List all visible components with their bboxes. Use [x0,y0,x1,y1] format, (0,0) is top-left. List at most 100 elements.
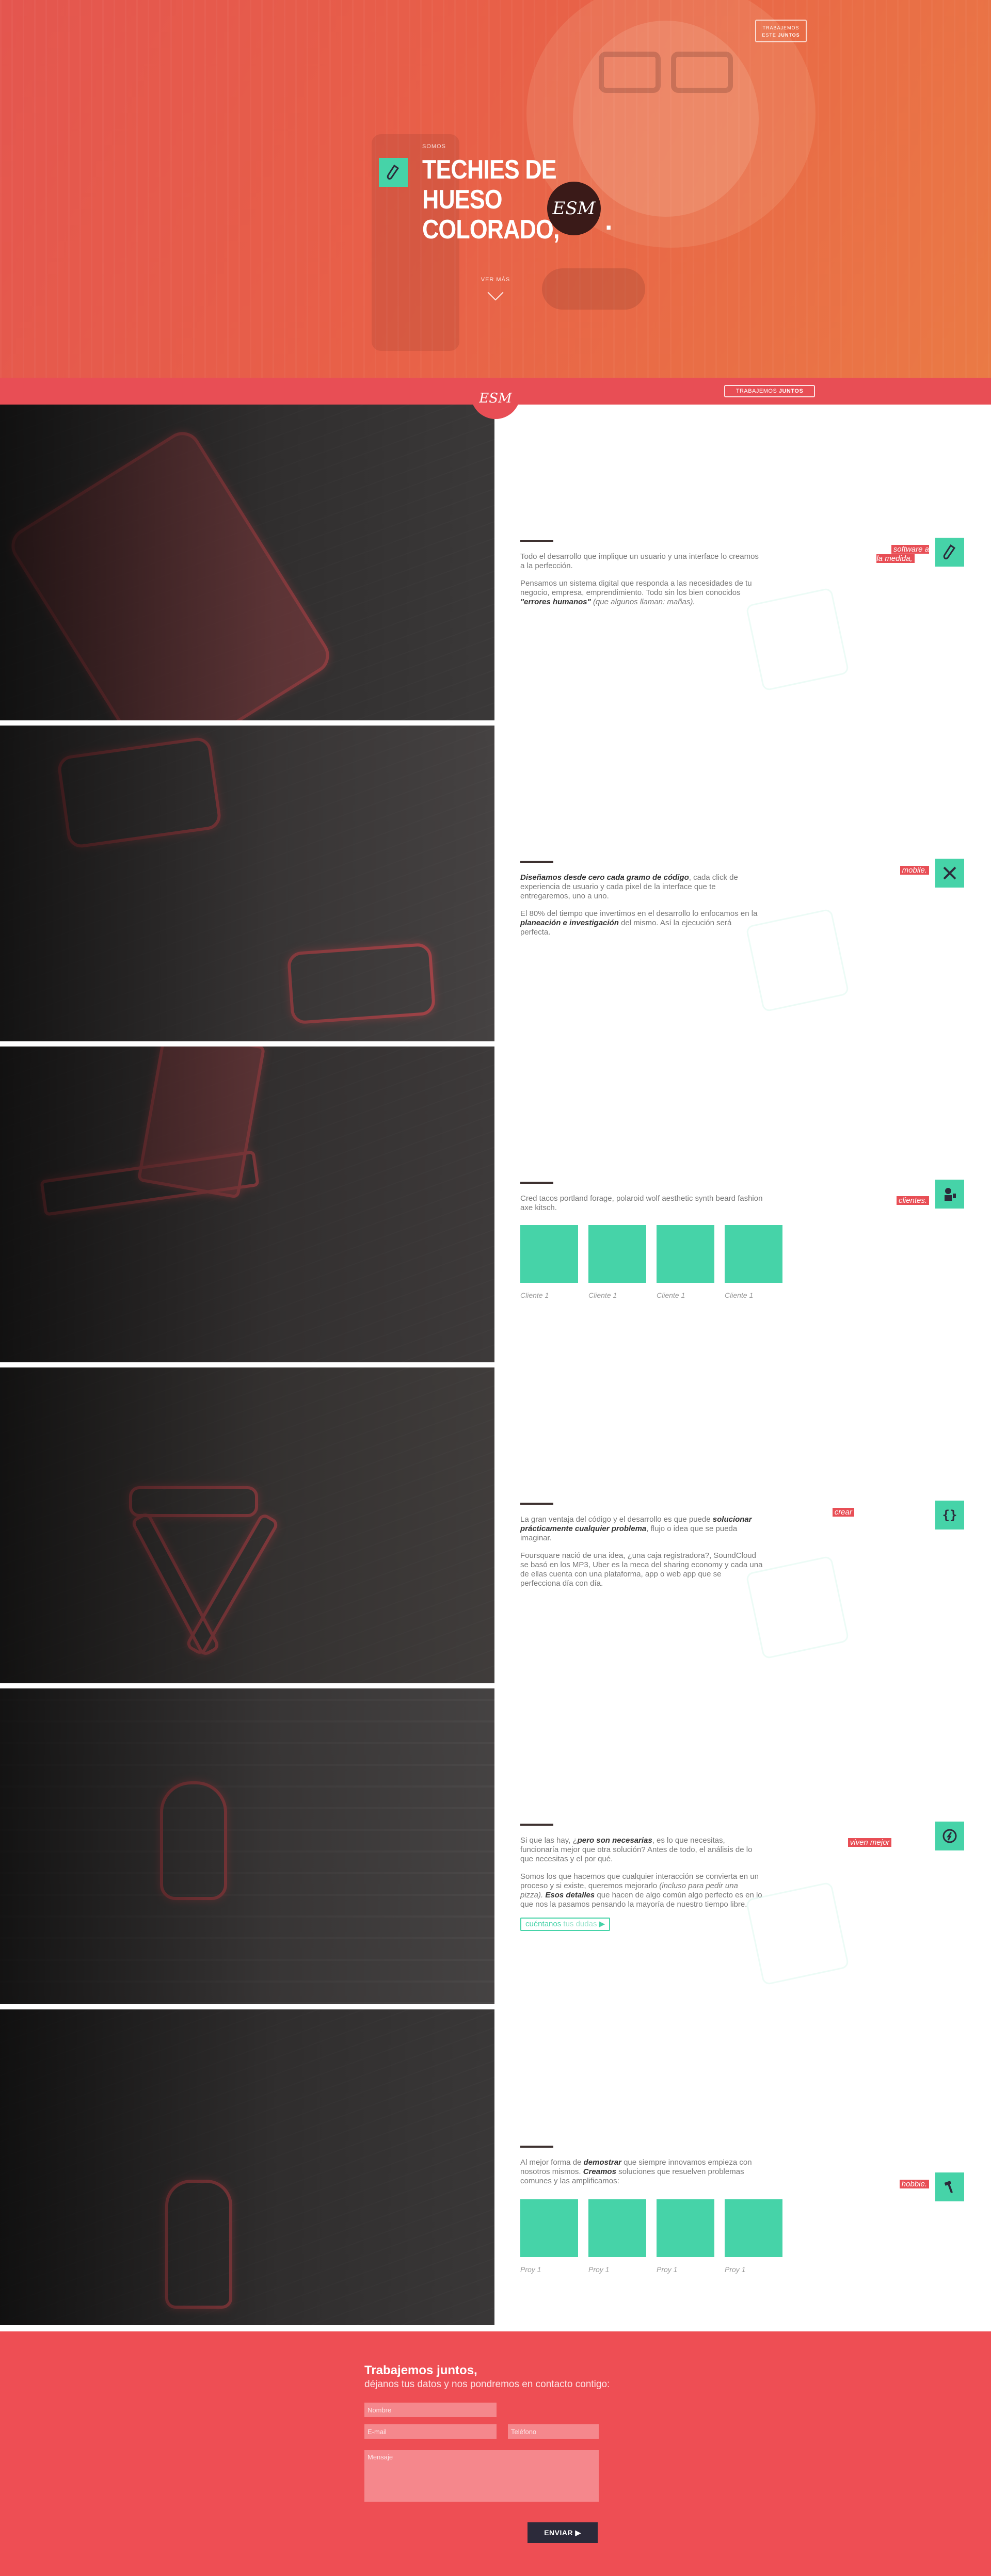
section-tagline: Web & mobile. [743,866,929,875]
heading-line: NUESTRO [824,2076,965,2109]
contact-section: Trabajemos juntos, déjanos tus datos y n… [0,2331,991,2576]
section-heading: NUESTRO TRABAJO ES NUESTRO HOBBIE [634,2076,965,2161]
section-photo-stadium [0,1688,494,2004]
client-tile[interactable]: Cliente 1 [520,1225,578,1299]
heading-line: DESARROLLO [764,472,965,504]
hero-section: TRABAJEMOS ESTE JUNTOS SOMOS TECHIES DE … [0,0,991,378]
ask-questions-button[interactable]: cuéntanos tus dudas ▶ [520,1918,611,1931]
contact-title: Trabajemos juntos, [364,2363,477,2377]
hero-cta-line1: TRABAJEMOS [762,25,800,30]
project-thumbnail[interactable] [657,2199,714,2257]
hero-logo-badge: ESM [547,182,601,235]
section-divider [520,540,553,542]
body-paragraph: Todo el desarrollo que implique un usuar… [520,552,759,570]
section-photo-toy [0,2009,494,2325]
client-thumbnail[interactable] [520,1225,578,1283]
section-heading: LO QUE RESOLVEMOS [634,1114,965,1173]
scroll-down-label: VER MÁS [481,277,510,283]
hero-cta-line2: ESTE JUNTOS [756,31,806,39]
ghost-tools-icon [745,908,850,1012]
project-caption: Proy 1 [725,2265,746,2274]
client-tile[interactable]: Cliente 1 [657,1225,714,1299]
tag-text: Web & [874,866,898,875]
section-experiencias: EXPERIENCIAS HECHAS A MANO Web & mobile.… [0,726,991,1041]
hero-work-together-button[interactable]: TRABAJEMOS ESTE JUNTOS [755,20,807,42]
section-divider [520,861,553,863]
project-caption: Proy 1 [657,2265,678,2274]
body-paragraph: Al mejor forma de demostrar que siempre … [520,2158,763,2186]
section-lo-que-resolvemos: LO QUE RESOLVEMOS Los trabajos que hemos… [0,1046,991,1362]
body-paragraph: Cred tacos portland forage, polaroid wol… [520,1194,763,1212]
body-bold: pero son necesarias [577,1836,652,1845]
project-tile[interactable]: Proy 1 [520,2199,578,2274]
client-thumbnail[interactable] [588,1225,646,1283]
photo-shade [0,405,494,720]
test-tube-icon [379,158,408,187]
section-divider [520,1824,553,1826]
heading-line-italic: TODAS [866,1461,965,1494]
body-paragraph: Pensamos un sistema digital que responda… [520,579,763,607]
message-field[interactable] [364,2450,599,2502]
body-bold: demostrar [583,2158,621,2167]
tag-text: Los trabajos que hemos creado para nuest… [771,1187,929,1196]
tag-highlight: hobbie. [899,2180,929,2188]
body-bold: Esos detalles [545,1891,595,1899]
tag-text: Lo que se puede [772,1508,830,1517]
client-thumbnail[interactable] [725,1225,782,1283]
client-caption: Cliente 1 [725,1291,754,1299]
heading-line: INDUSTRIAS: [780,1435,965,1467]
section-photo-phone [0,405,494,720]
project-thumbnail[interactable] [588,2199,646,2257]
ghost-braces-icon [745,1555,850,1660]
section-heading: DESARROLLO DIGITAL [634,472,965,529]
project-caption: Proy 1 [520,2265,541,2274]
tag-highlight: viven mejor [848,1838,892,1847]
heading-line: APP FOR THAT [756,1782,964,1815]
photo-shade [0,2009,494,2325]
test-tube-icon [935,538,964,567]
project-tile[interactable]: Proy 1 [657,2199,714,2274]
play-arrow-icon: ▶ [599,1920,605,1928]
client-caption: Cliente 1 [520,1291,549,1299]
project-tile[interactable]: Proy 1 [588,2199,646,2274]
section-photo-laptop [0,1046,494,1362]
hammer-icon [935,2172,964,2201]
section-tagline: Aplicaciones, aplicaciones web, nativas,… [743,545,929,564]
ghost-test-tube-icon [745,587,850,691]
tools-icon [935,859,964,888]
client-icon [935,1180,964,1209]
tag-highlight: clientes. [896,1196,929,1205]
body-text: La gran ventaja del código y el desarrol… [520,1515,711,1524]
heading-line: TRABAJO ES [780,2103,964,2136]
section-body: Todo el desarrollo que implique un usuar… [520,552,763,615]
body-paragraph: Foursquare nació de una idea, ¿una caja … [520,1551,763,1588]
section-body: Al mejor forma de demostrar que siempre … [520,2158,763,2194]
project-thumbnail[interactable] [520,2199,578,2257]
section-divider [520,1182,553,1184]
client-thumbnail[interactable] [657,1225,714,1283]
email-field[interactable] [364,2424,497,2439]
tag-highlight: mobile. [900,866,929,875]
tag-text: etc. [916,554,929,563]
project-thumbnail[interactable] [725,2199,782,2257]
section-photo-desk [0,726,494,1041]
section-heading: THERE'S AN APP FOR THAT [634,1758,964,1815]
nav-work-together-button[interactable]: TRABAJEMOS JUNTOS [724,385,815,397]
client-tile[interactable]: Cliente 1 [725,1225,782,1299]
heading-line: LO QUE [855,1114,964,1146]
body-paragraph: La gran ventaja del código y el desarrol… [520,1515,763,1543]
name-field[interactable] [364,2403,497,2417]
project-tile[interactable]: Proy 1 [725,2199,782,2274]
body-text: Pensamos un sistema digital que responda… [520,579,752,597]
scroll-down-control[interactable]: VER MÁS [465,277,526,301]
braces-icon: {} [935,1501,964,1530]
projects-grid: Proy 1 Proy 1 Proy 1 Proy 1 [520,2199,782,2274]
phone-field[interactable] [508,2424,599,2439]
submit-button[interactable]: ENVIAR ▶ [528,2522,598,2543]
hero-cta-bold: JUNTOS [778,33,800,38]
section-tagline: Y qué buen hobbie. [743,2180,929,2189]
hero-photo-glasses-right [671,52,733,93]
client-tile[interactable]: Cliente 1 [588,1225,646,1299]
section-heading: INDUSTRIAS: TODAS [634,1435,965,1494]
heading-line: RESOLVEMOS [764,1140,965,1173]
